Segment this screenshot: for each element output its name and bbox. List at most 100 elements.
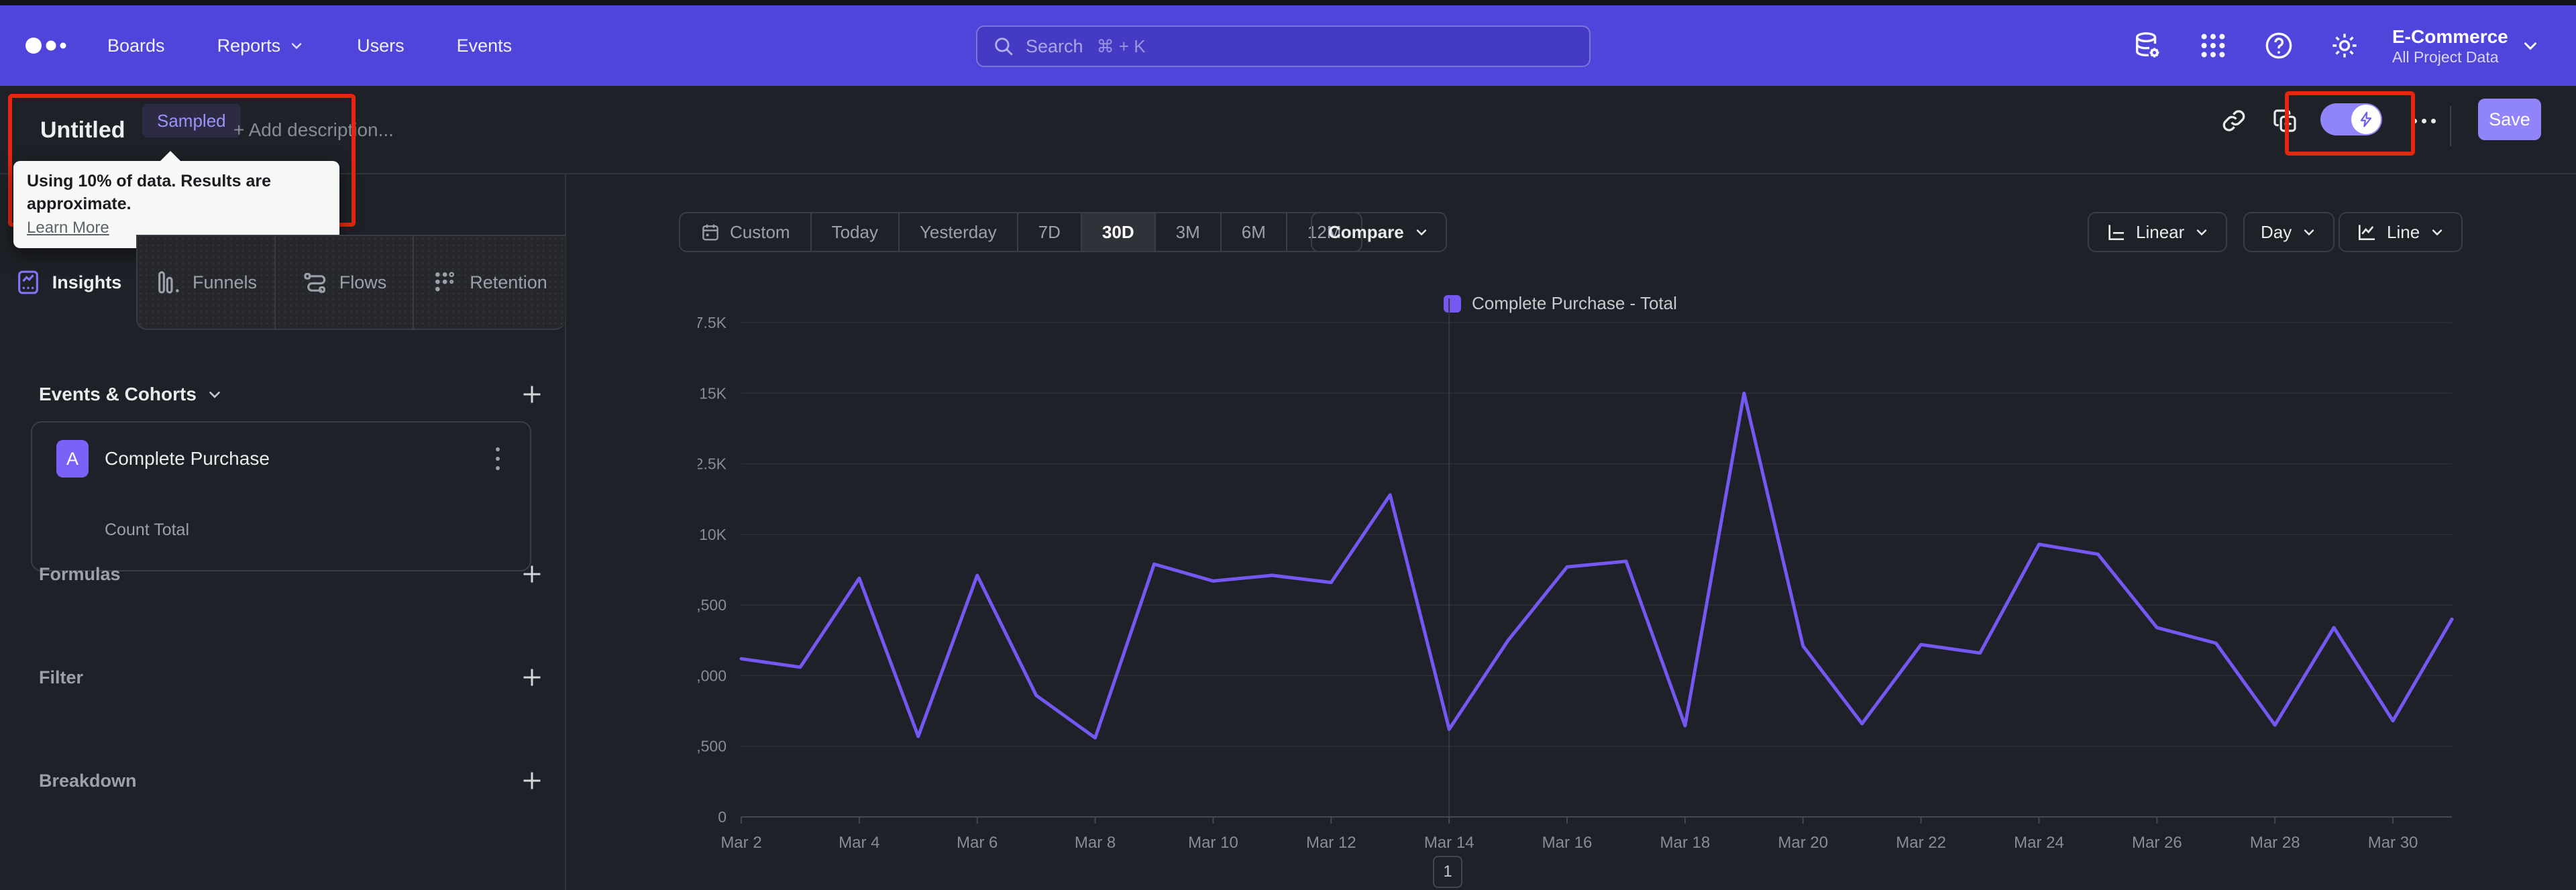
events-cohorts-header: Events & Cohorts	[0, 373, 566, 416]
help-icon[interactable]	[2263, 30, 2294, 61]
x-tick-label: Mar 4	[839, 834, 879, 852]
range-3m[interactable]: 3M	[1154, 213, 1220, 251]
search-placeholder: Search	[1026, 36, 1083, 56]
save-button[interactable]: Save	[2478, 99, 2541, 140]
tab-retention[interactable]: Retention	[413, 235, 566, 330]
nav-links: Boards Reports Users Events	[107, 5, 512, 86]
y-tick-label: 7,500	[698, 596, 727, 614]
flows-icon	[304, 272, 325, 293]
x-tick-label: Mar 28	[2250, 834, 2300, 852]
toolbar-divider	[2450, 106, 2451, 146]
top-nav: Boards Reports Users Events Search ⌘ + K E-…	[0, 5, 2576, 86]
chevron-down-icon	[291, 43, 302, 50]
chart-type-dropdown[interactable]: Line	[2339, 212, 2463, 252]
x-tick-label: Mar 10	[1188, 834, 1238, 852]
x-tick-label: Mar 6	[957, 834, 998, 852]
x-tick-label: Mar 20	[1778, 834, 1828, 852]
page-number-button[interactable]: 1	[1433, 856, 1462, 888]
date-range-control: Custom Today Yesterday 7D 30D 3M 6M 12M	[679, 212, 1363, 252]
y-tick-label: 2,500	[698, 738, 727, 755]
tab-flows[interactable]: Flows	[274, 235, 413, 330]
insights-icon	[17, 270, 38, 294]
line-chart-icon	[2359, 225, 2375, 240]
scale-dropdown[interactable]: Linear	[2088, 212, 2228, 252]
event-name: Complete Purchase	[105, 448, 270, 469]
chevron-down-icon	[1416, 229, 1426, 236]
tab-insights[interactable]: Insights	[0, 235, 136, 330]
tab-funnels[interactable]: Funnels	[136, 235, 274, 330]
report-type-tabs: Insights Funnels Flows Retention	[0, 235, 566, 330]
event-metric[interactable]: Count Total	[105, 520, 189, 540]
event-card[interactable]: A Complete Purchase Count Total	[31, 421, 531, 571]
range-6m[interactable]: 6M	[1220, 213, 1286, 251]
lightning-sampling-toggle[interactable]	[2320, 103, 2382, 135]
project-selector[interactable]: E-Commerce All Project Data	[2392, 5, 2540, 86]
tooltip-text: Using 10% of data. Results are approxima…	[27, 172, 272, 213]
toggle-knob	[2351, 105, 2381, 134]
x-tick-label: Mar 30	[2368, 834, 2418, 852]
funnels-icon	[158, 271, 179, 294]
x-tick-label: Mar 22	[1896, 834, 1946, 852]
range-custom[interactable]: Custom	[680, 213, 810, 251]
y-tick-label: 5,000	[698, 667, 727, 684]
interval-dropdown[interactable]: Day	[2243, 212, 2335, 252]
section-breakdown: Breakdown	[0, 759, 566, 802]
x-tick-label: Mar 26	[2132, 834, 2182, 852]
compare-button[interactable]: Compare	[1311, 212, 1447, 252]
linear-scale-icon	[2108, 225, 2124, 240]
y-tick-label: 15K	[699, 384, 727, 402]
range-today[interactable]: Today	[810, 213, 898, 251]
events-cohorts-label[interactable]: Events & Cohorts	[39, 384, 223, 405]
series-line	[739, 391, 2454, 740]
nav-item-reports[interactable]: Reports	[217, 36, 305, 56]
chevron-down-icon	[2197, 229, 2207, 236]
tooltip-arrow	[160, 151, 181, 162]
y-tick-label: 10K	[699, 526, 727, 543]
settings-gear-icon[interactable]	[2329, 30, 2360, 61]
search-shortcut: ⌘ + K	[1096, 36, 1146, 56]
y-tick-label: 12.5K	[698, 455, 727, 473]
range-30d[interactable]: 30D	[1080, 213, 1155, 251]
add-breakdown-button[interactable]	[519, 767, 545, 794]
search-input[interactable]: Search ⌘ + K	[976, 25, 1591, 67]
chevron-down-icon	[2520, 36, 2540, 56]
section-label: Formulas	[39, 563, 121, 584]
data-management-icon[interactable]	[2132, 30, 2163, 61]
nav-icon-group	[2132, 5, 2360, 86]
event-series-badge: A	[56, 440, 89, 478]
range-7d[interactable]: 7D	[1016, 213, 1081, 251]
section-label: Filter	[39, 667, 84, 687]
sampled-badge[interactable]: Sampled	[142, 104, 241, 137]
x-tick-label: Mar 2	[720, 834, 761, 852]
more-options-icon[interactable]	[2412, 101, 2442, 141]
section-filter: Filter	[0, 656, 566, 699]
section-label: Breakdown	[39, 770, 137, 791]
nav-item-users[interactable]: Users	[357, 36, 405, 56]
apps-grid-icon[interactable]	[2198, 30, 2229, 61]
x-tick-label: Mar 16	[1542, 834, 1593, 852]
x-tick-label: Mar 14	[1424, 834, 1474, 852]
calendar-icon	[702, 224, 718, 241]
event-kebab-menu-icon[interactable]	[486, 443, 510, 475]
share-link-icon[interactable]	[2220, 107, 2247, 134]
nav-item-boards[interactable]: Boards	[107, 36, 165, 56]
nav-item-events[interactable]: Events	[457, 36, 513, 56]
project-scope: All Project Data	[2392, 48, 2499, 66]
x-tick-label: Mar 8	[1075, 834, 1116, 852]
section-formulas: Formulas	[0, 553, 566, 596]
chevron-down-icon	[2432, 229, 2443, 236]
retention-icon	[435, 272, 455, 292]
range-yesterday[interactable]: Yesterday	[898, 213, 1017, 251]
y-tick-label: 17.5K	[698, 314, 727, 331]
add-to-board-icon[interactable]	[2271, 107, 2298, 134]
mixpanel-logo-icon[interactable]	[24, 5, 76, 86]
add-filter-button[interactable]	[519, 664, 545, 691]
x-tick-label: Mar 12	[1306, 834, 1356, 852]
add-formulas-button[interactable]	[519, 561, 545, 588]
chevron-down-icon	[209, 391, 220, 398]
y-tick-label: 0	[718, 808, 727, 826]
project-name: E-Commerce	[2392, 26, 2508, 47]
line-chart[interactable]: 0 2,500 5,000 7,500 10K 12.5K 15K 17.5K Mar 2 Mar…	[698, 288, 2576, 890]
add-event-button[interactable]	[519, 381, 545, 408]
chevron-down-icon	[2304, 229, 2314, 236]
